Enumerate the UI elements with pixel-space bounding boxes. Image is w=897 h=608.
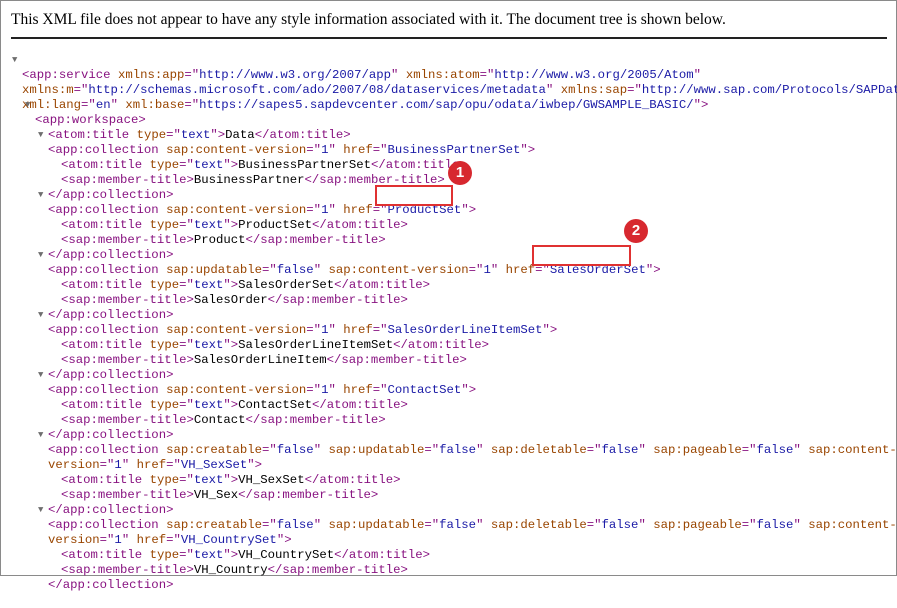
callout-badge-2: 2 [624,219,648,243]
callout-badge-1: 1 [448,161,472,185]
service-open-line: ▼ <app:service xmlns:app="http://www.w3.o… [12,53,702,82]
collection-title-line: <atom:title type="text">ContactSet</atom… [61,398,408,412]
collapse-triangle-icon[interactable]: ▼ [38,128,43,143]
collection-member-line: <sap:member-title>SalesOrderLineItem</sa… [61,353,467,367]
service-open-line-cont: xmlns:m="http://schemas.microsoft.com/ad… [1,68,897,97]
collection-member-line: <sap:member-title>VH_Sex</sap:member-tit… [61,488,379,502]
collection-title-line: <atom:title type="text">BusinessPartnerS… [61,158,467,172]
collection-open-line: ▼ <app:collection sap:creatable="false" s… [38,503,897,532]
xml-style-notice: This XML file does not appear to have an… [11,11,887,39]
collection-title-line: <atom:title type="text">SalesOrderLineIt… [61,338,490,352]
collection-member-line: <sap:member-title>VH_Country</sap:member… [61,563,408,577]
xml-document-tree: ▼ <app:service xmlns:app="http://www.w3.o… [1,53,897,592]
collection-open-line: ▼ <app:collection sap:content-version="1"… [38,188,477,217]
collapse-triangle-icon[interactable]: ▼ [38,428,43,443]
collection-open-line: ▼ <app:collection sap:content-version="1"… [38,308,558,337]
collection-open-line-cont: version="1" href="VH_SexSet"> [48,458,263,472]
workspace-open-line: ▼ <app:workspace> [25,98,146,127]
collection-open-line: ▼ <app:collection sap:creatable="false" s… [38,428,897,457]
service-open-line-cont: xml:lang="en" xml:base="https://sapes5.s… [22,98,709,112]
collapse-triangle-icon[interactable]: ▼ [12,53,17,68]
collection-title-line: <atom:title type="text">SalesOrderSet</a… [61,278,431,292]
collection-close-line: </app:collection> [48,503,174,517]
collection-close-line: </app:collection> [48,428,174,442]
collection-close-line: </app:collection> [48,368,174,382]
collection-open-line-cont: version="1" href="VH_CountrySet"> [48,533,292,547]
workspace-title-line: <atom:title type="text">Data</atom:title… [48,128,351,142]
collapse-triangle-icon[interactable]: ▼ [38,503,43,518]
collection-open-line: ▼ <app:collection sap:content-version="1"… [38,368,477,397]
collapse-triangle-icon[interactable]: ▼ [38,188,43,203]
collection-member-line: <sap:member-title>Product</sap:member-ti… [61,233,386,247]
collection-title-line: <atom:title type="text">ProductSet</atom… [61,218,408,232]
collapse-triangle-icon[interactable]: ▼ [25,98,30,113]
collection-close-line: </app:collection> [48,248,174,262]
collapse-triangle-icon[interactable]: ▼ [38,368,43,383]
collection-member-line: <sap:member-title>SalesOrder</sap:member… [61,293,408,307]
collapse-triangle-icon[interactable]: ▼ [38,308,43,323]
collection-title-line: <atom:title type="text">VH_CountrySet</a… [61,548,431,562]
collection-title-line: <atom:title type="text">VH_SexSet</atom:… [61,473,401,487]
collection-member-line: <sap:member-title>Contact</sap:member-ti… [61,413,386,427]
collapse-triangle-icon[interactable]: ▼ [38,248,43,263]
collection-open-line: ▼ <app:collection sap:updatable="false" s… [38,248,661,277]
collection-open-line: ▼ <app:collection sap:content-version="1"… [38,128,536,157]
collection-close-line: </app:collection> [48,308,174,322]
